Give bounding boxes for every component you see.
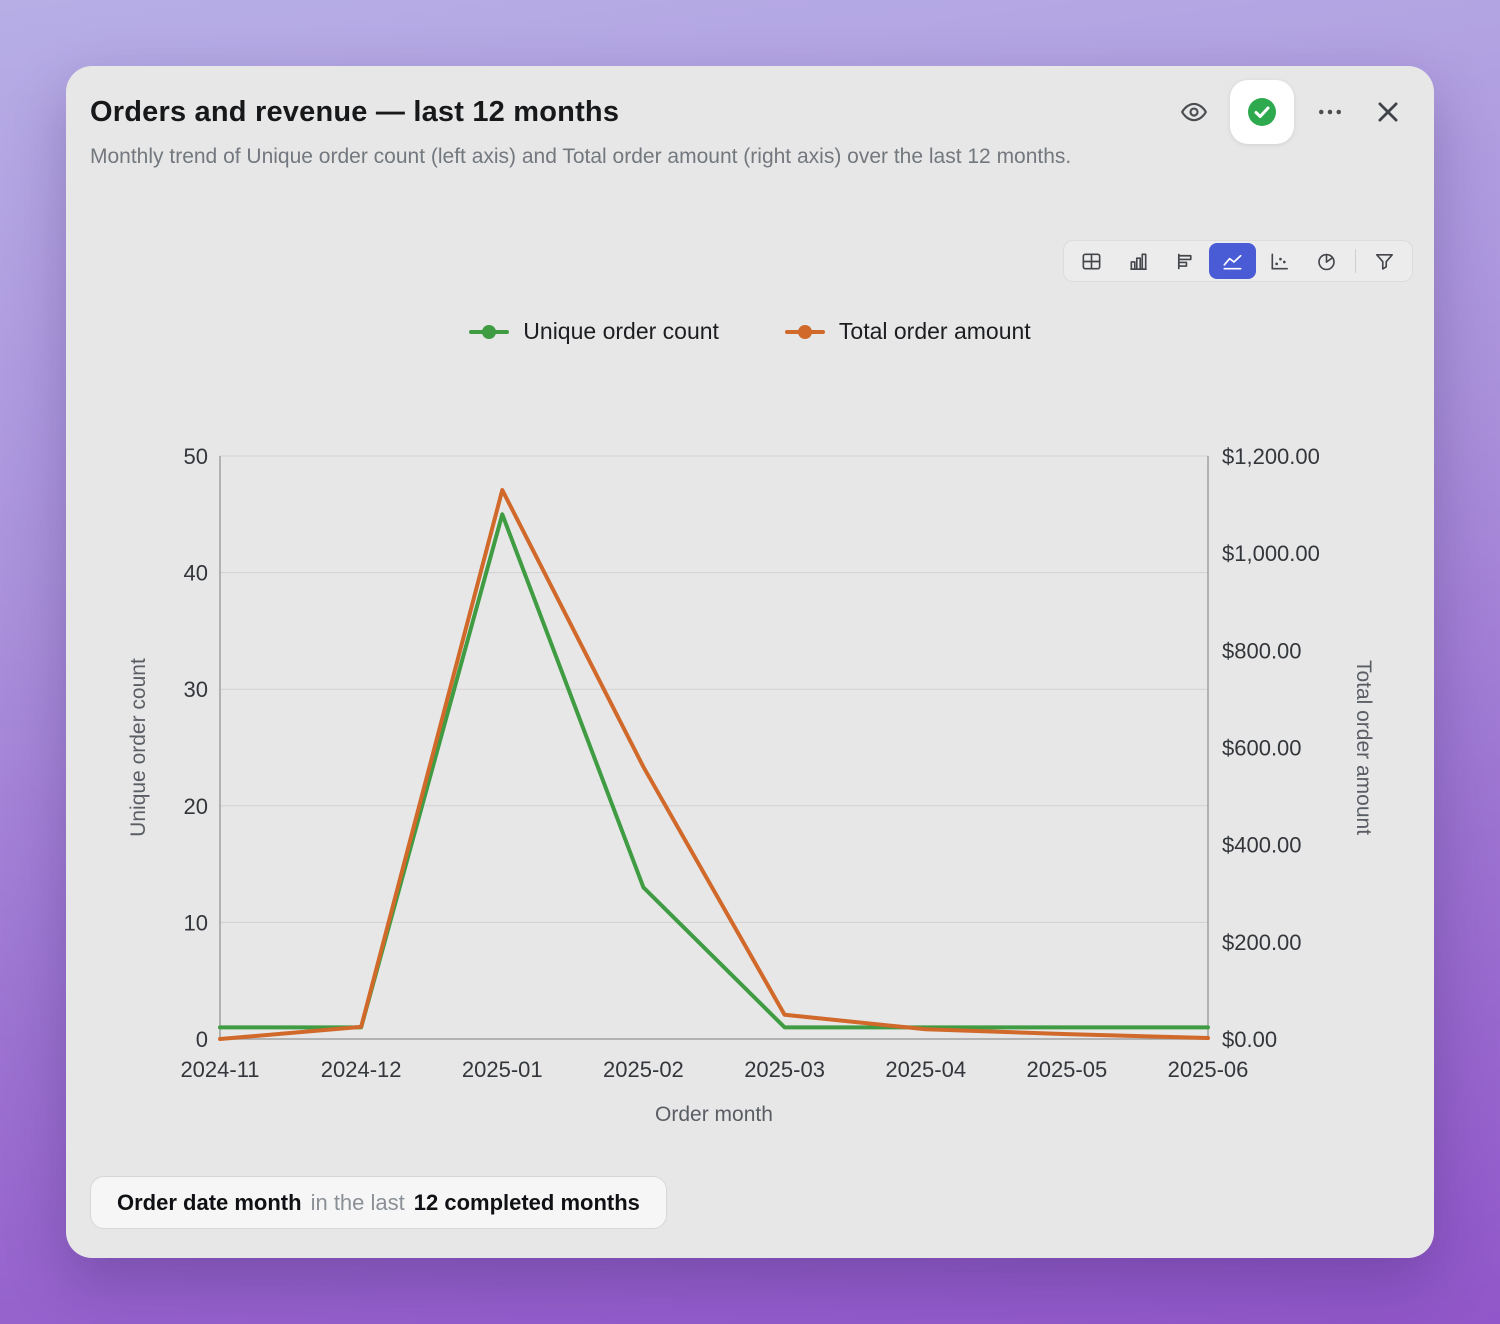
svg-text:10: 10 [184, 910, 208, 935]
svg-text:$200.00: $200.00 [1222, 930, 1302, 955]
svg-text:2025-01: 2025-01 [462, 1057, 543, 1082]
svg-text:2024-11: 2024-11 [180, 1057, 259, 1082]
svg-text:2024-12: 2024-12 [321, 1057, 402, 1082]
svg-text:$1,000.00: $1,000.00 [1222, 541, 1320, 566]
x-axis-title: Order month [655, 1103, 773, 1126]
toolbar-bar-chart-button[interactable] [1115, 243, 1162, 279]
svg-text:2025-05: 2025-05 [1026, 1057, 1107, 1082]
close-icon [1378, 102, 1398, 122]
legend-label: Unique order count [523, 318, 719, 344]
x-axis-ticks: 2024-11 2024-12 2025-01 2025-02 2025-03 2025-… [180, 1057, 1248, 1082]
svg-text:$400.00: $400.00 [1222, 833, 1302, 858]
right-axis-ticks: $0.00 $200.00 $400.00 $600.00 $800.00 $1,000.… [1222, 444, 1320, 1052]
left-axis-ticks: 0 10 20 30 40 50 [184, 444, 208, 1052]
chart-type-toolbar [1063, 240, 1413, 282]
preview-button[interactable] [1172, 90, 1216, 134]
chart: 0 10 20 30 40 50 $0.00 $200.00 $400.00 $600.00 $80… [66, 444, 1434, 1146]
toolbar-scatter-chart-button[interactable] [1256, 243, 1303, 279]
check-circle-icon [1248, 98, 1276, 126]
svg-text:$1,200.00: $1,200.00 [1222, 446, 1320, 469]
axes [219, 456, 1209, 1040]
svg-text:2025-02: 2025-02 [603, 1057, 684, 1082]
svg-text:0: 0 [196, 1027, 208, 1052]
approve-button[interactable] [1230, 80, 1294, 144]
ellipsis-icon [1319, 109, 1341, 115]
svg-text:50: 50 [184, 446, 208, 469]
toolbar-area-chart-button[interactable] [1209, 243, 1256, 279]
legend-label: Total order amount [838, 318, 1031, 344]
filter-connector-label: in the last [310, 1189, 405, 1215]
series-line-unique-order-count [218, 512, 1210, 1030]
svg-text:2025-04: 2025-04 [885, 1057, 966, 1082]
chart-legend: Unique order count Total order amount [66, 318, 1434, 345]
page-title: Orders and revenue — last 12 months [90, 96, 620, 128]
svg-text:40: 40 [184, 561, 208, 586]
legend-marker-icon [469, 324, 510, 339]
left-axis-title: Unique order count [127, 658, 150, 837]
toolbar-horizontal-bar-chart-button[interactable] [1162, 243, 1209, 279]
svg-text:$600.00: $600.00 [1222, 736, 1302, 761]
filter-value-label: 12 completed months [413, 1189, 640, 1215]
svg-text:20: 20 [184, 794, 208, 819]
toolbar-table-button[interactable] [1068, 243, 1115, 279]
chart-card: Orders and revenue — last 12 months Mont… [66, 66, 1434, 1258]
more-options-button[interactable] [1308, 90, 1352, 134]
legend-marker-icon [784, 324, 825, 339]
filter-field-label: Order date month [117, 1189, 302, 1215]
legend-item: Unique order count [469, 318, 719, 345]
page-subtitle: Monthly trend of Unique order count (lef… [90, 145, 1072, 168]
header-actions [1172, 80, 1410, 144]
line-chart-svg: 0 10 20 30 40 50 $0.00 $200.00 $400.00 $600.00 $80… [127, 444, 1375, 1126]
svg-text:$800.00: $800.00 [1222, 638, 1302, 663]
svg-text:30: 30 [184, 677, 208, 702]
toolbar-divider [1355, 249, 1356, 273]
legend-item: Total order amount [784, 318, 1031, 345]
eye-icon [1181, 102, 1207, 122]
date-filter-pill[interactable]: Order date month in the last 12 complete… [90, 1176, 667, 1229]
svg-text:2025-03: 2025-03 [744, 1057, 825, 1082]
svg-text:$0.00: $0.00 [1222, 1027, 1277, 1052]
toolbar-filter-button[interactable] [1361, 243, 1408, 279]
svg-text:2025-06: 2025-06 [1168, 1057, 1249, 1082]
gridlines [220, 455, 1208, 923]
card-header: Orders and revenue — last 12 months Mont… [90, 96, 1130, 174]
right-axis-title: Total order amount [1352, 660, 1375, 835]
toolbar-pie-chart-button[interactable] [1303, 243, 1350, 279]
close-button[interactable] [1366, 90, 1410, 134]
